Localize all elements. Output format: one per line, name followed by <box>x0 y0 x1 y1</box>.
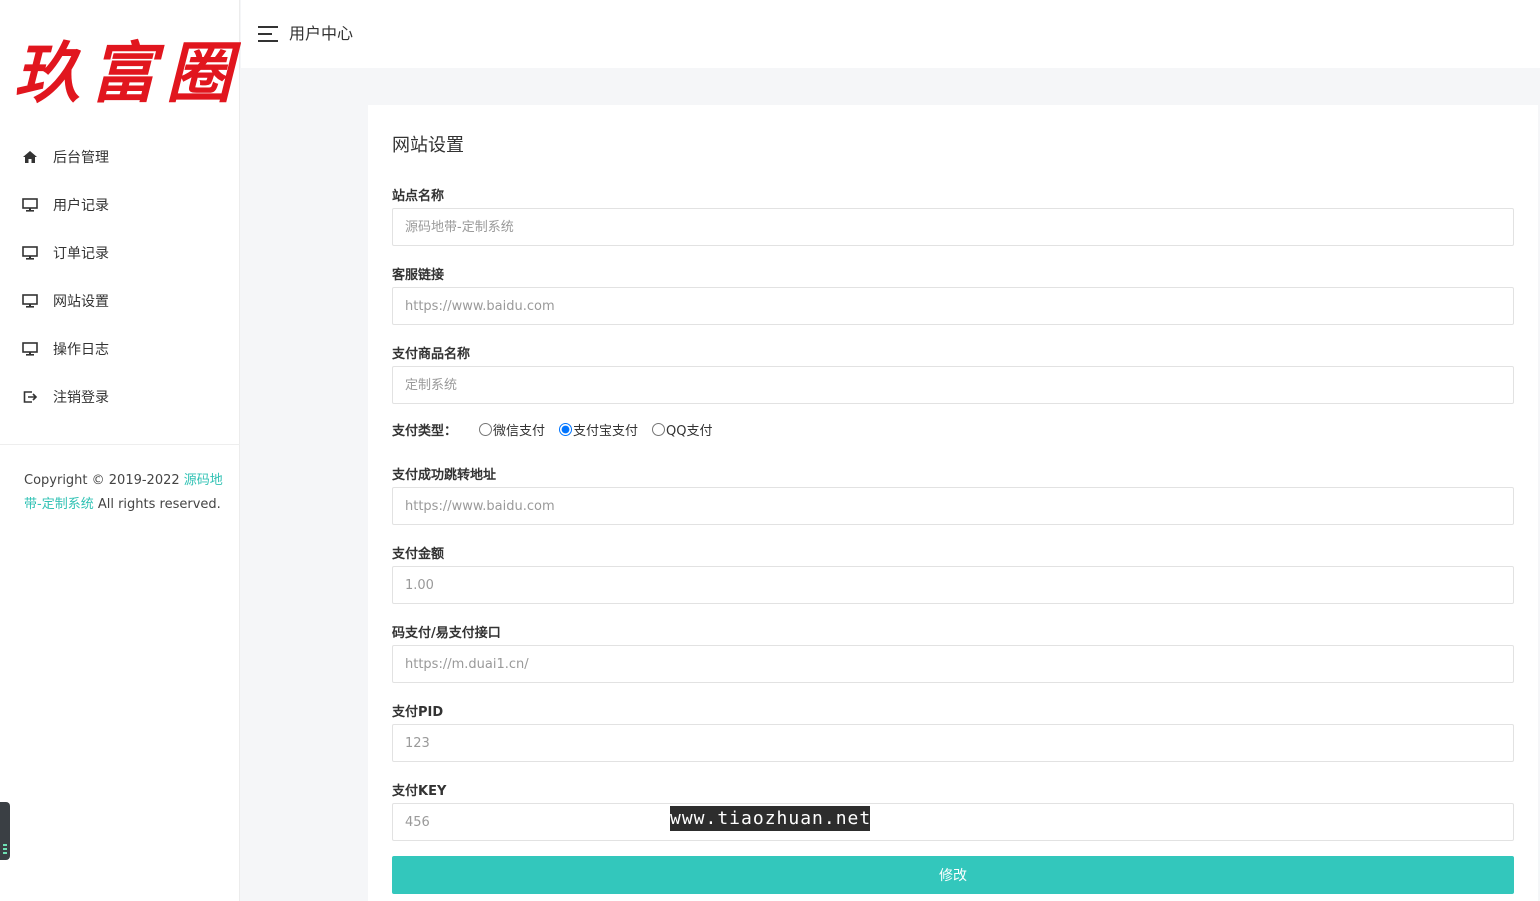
pay-type-qq[interactable]: QQ支付 <box>652 420 713 439</box>
product-name-label: 支付商品名称 <box>392 347 471 362</box>
support-link-label: 客服链接 <box>392 268 445 283</box>
logout-icon <box>22 389 38 405</box>
pay-type-alipay[interactable]: 支付宝支付 <box>559 420 638 439</box>
copyright: Copyright © 2019-2022 源码地带-定制系统 All righ… <box>24 469 224 517</box>
watermark: www.tiaozhuan.net <box>670 806 872 831</box>
pay-key-input[interactable] <box>392 803 1514 841</box>
radio-label: 微信支付 <box>493 424 546 439</box>
pay-amount-input[interactable] <box>392 566 1514 604</box>
hamburger-icon[interactable] <box>258 26 278 42</box>
home-icon <box>22 149 38 165</box>
product-name-input[interactable] <box>392 366 1514 404</box>
sidebar-item-dashboard[interactable]: 后台管理 <box>0 133 240 181</box>
sidebar-item-label: 网站设置 <box>53 294 109 310</box>
qq-radio[interactable] <box>652 423 666 436</box>
site-settings-card: 网站设置 站点名称 客服链接 支付商品名称 支付类型： 微信支付 支付宝支付 Q… <box>368 105 1538 901</box>
pay-pid-label: 支付PID <box>392 705 444 720</box>
pay-type-label: 支付类型： <box>392 424 458 439</box>
floating-handle[interactable] <box>0 802 10 860</box>
sidebar-item-label: 操作日志 <box>53 342 109 358</box>
brand-logo: 玖富圈 <box>14 34 242 112</box>
sidebar-item-order-records[interactable]: 订单记录 <box>0 229 240 277</box>
wechat-radio[interactable] <box>479 423 493 436</box>
sidebar-item-logout[interactable]: 注销登录 <box>0 373 240 421</box>
sidebar-nav: 后台管理 用户记录 订单记录 网站设置 操作日志 注销登录 <box>0 133 240 421</box>
sidebar-item-label: 注销登录 <box>53 390 109 406</box>
sidebar-item-operation-log[interactable]: 操作日志 <box>0 325 240 373</box>
sidebar-item-site-settings[interactable]: 网站设置 <box>0 277 240 325</box>
topbar: 用户中心 <box>241 0 1540 68</box>
sidebar: 玖富圈 后台管理 用户记录 订单记录 网站设置 操作日志 注销登录 Copyri… <box>0 0 240 901</box>
submit-button[interactable]: 修改 <box>392 856 1514 894</box>
redirect-url-label: 支付成功跳转地址 <box>392 468 497 483</box>
pay-type-wechat[interactable]: 微信支付 <box>479 420 545 439</box>
radio-label: QQ支付 <box>666 424 713 439</box>
redirect-url-input[interactable] <box>392 487 1514 525</box>
support-link-input[interactable] <box>392 287 1514 325</box>
pay-key-label: 支付KEY <box>392 784 447 799</box>
monitor-icon <box>22 341 38 357</box>
monitor-icon <box>22 293 38 309</box>
sidebar-item-label: 后台管理 <box>53 150 109 166</box>
site-name-label: 站点名称 <box>392 189 445 204</box>
monitor-icon <box>22 197 38 213</box>
alipay-radio[interactable] <box>559 423 573 436</box>
sidebar-item-label: 用户记录 <box>53 198 109 214</box>
pay-amount-label: 支付金额 <box>392 547 445 562</box>
sidebar-divider <box>0 444 240 445</box>
copyright-suffix: All rights reserved. <box>93 497 221 512</box>
sidebar-item-user-records[interactable]: 用户记录 <box>0 181 240 229</box>
pay-type-group: 支付类型： 微信支付 支付宝支付 QQ支付 <box>392 420 727 439</box>
site-name-input[interactable] <box>392 208 1514 246</box>
copyright-prefix: Copyright © 2019-2022 <box>24 473 184 488</box>
sidebar-item-label: 订单记录 <box>53 246 109 262</box>
pay-pid-input[interactable] <box>392 724 1514 762</box>
pay-api-input[interactable] <box>392 645 1514 683</box>
radio-label: 支付宝支付 <box>573 424 639 439</box>
card-title: 网站设置 <box>392 135 464 156</box>
monitor-icon <box>22 245 38 261</box>
pay-api-label: 码支付/易支付接口 <box>392 626 501 641</box>
page-title: 用户中心 <box>289 24 354 43</box>
